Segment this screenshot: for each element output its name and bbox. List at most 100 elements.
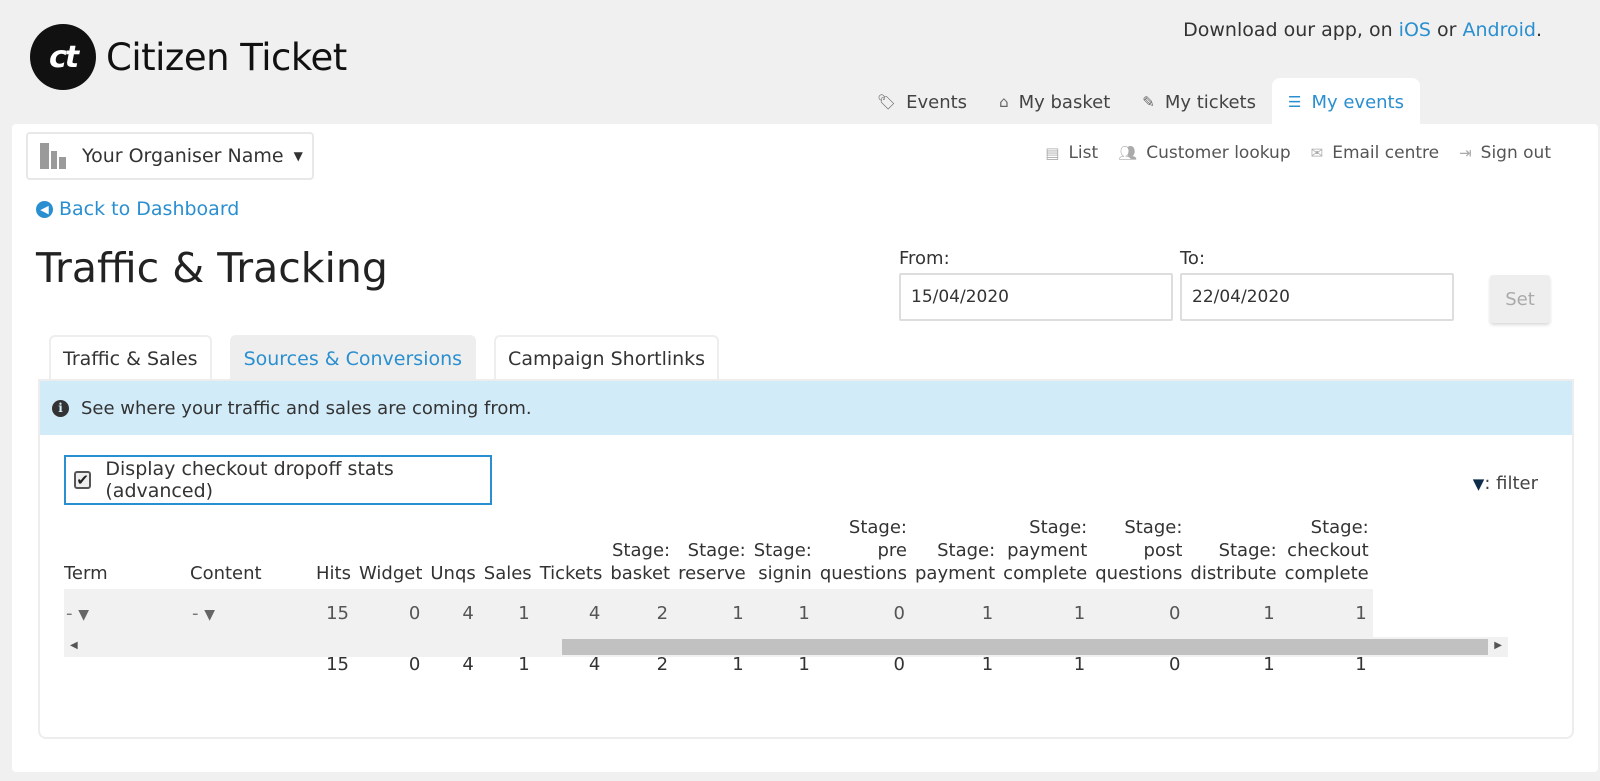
content-filter-cell[interactable]: - ▼ [186, 589, 312, 640]
col-stage-signin[interactable]: Stage: signin [750, 516, 816, 589]
term-filter-value: - [66, 603, 73, 625]
basket-icon: ⌂ [999, 93, 1009, 111]
caret-down-icon: ▼ [293, 149, 303, 163]
col-stage-preq-b: pre [877, 540, 907, 561]
tags-icon: 🏷︎ [877, 93, 897, 111]
nav-basket-label: My basket [1018, 91, 1111, 113]
sliders-icon: ☰ [1287, 93, 1302, 111]
col-stage-post-questions[interactable]: Stage: post questions [1091, 516, 1186, 589]
building-icon [40, 143, 66, 169]
users-icon: 👥︎ [1118, 144, 1138, 162]
col-hits[interactable]: Hits [312, 516, 355, 589]
from-date-input[interactable] [899, 273, 1173, 321]
nav-events[interactable]: 🏷︎ Events [861, 78, 983, 126]
col-stage-paycomp-b: payment [1007, 540, 1088, 561]
col-sales[interactable]: Sales [480, 516, 536, 589]
scroll-left-icon[interactable]: ◀ [70, 640, 78, 651]
nav-tickets-label: My tickets [1164, 91, 1256, 113]
subnav-email-centre[interactable]: ✉ Email centre [1311, 143, 1439, 163]
info-icon: i [52, 399, 69, 417]
stats-table: Term Content Hits Widget Unqs Sales Tick… [64, 516, 1373, 689]
ticket-icon: ✎ [1142, 93, 1155, 111]
filter-icon[interactable]: ▼ [204, 607, 215, 623]
col-stage-postq-c: questions [1095, 563, 1183, 584]
promo-suffix: . [1535, 19, 1542, 41]
sub-nav: ▤ List 👥︎ Customer lookup ✉ Email centre… [1045, 143, 1551, 163]
subnav-email-label: Email centre [1332, 143, 1440, 163]
col-stage-chkcomp-c: complete [1284, 563, 1369, 584]
tab-traffic-sales[interactable]: Traffic & Sales [49, 335, 212, 381]
back-to-dashboard-link[interactable]: ◀ Back to Dashboard [36, 198, 239, 220]
col-unqs[interactable]: Unqs [426, 516, 479, 589]
android-link[interactable]: Android [1462, 19, 1535, 41]
from-label: From: [899, 248, 950, 269]
cell-widget: 0 [354, 589, 427, 640]
col-widget[interactable]: Widget [355, 516, 426, 589]
cell-signin: 1 [749, 589, 816, 640]
cell-unqs: 4 [426, 589, 480, 640]
nav-my-events[interactable]: ☰ My events [1271, 78, 1420, 126]
col-stage-payment[interactable]: Stage: payment [911, 516, 999, 589]
main-nav: 🏷︎ Events ⌂ My basket ✎ My tickets ☰ My … [861, 78, 1420, 126]
col-stage-preq-a: Stage: [848, 517, 907, 538]
col-stage-distribute[interactable]: Stage: distribute [1186, 516, 1280, 589]
scrollbar-thumb[interactable] [562, 639, 1488, 655]
col-stage-reserve[interactable]: Stage: reserve [674, 516, 750, 589]
subnav-customer-lookup[interactable]: 👥︎ Customer lookup [1118, 143, 1290, 163]
stats-table-container[interactable]: Term Content Hits Widget Unqs Sales Tick… [64, 516, 1508, 716]
col-content[interactable]: Content [186, 516, 312, 589]
subnav-list[interactable]: ▤ List [1045, 143, 1098, 163]
col-stage-checkout-complete[interactable]: Stage: checkout complete [1281, 516, 1373, 589]
ios-link[interactable]: iOS [1399, 19, 1431, 41]
top-bar: ct Citizen Ticket Download our app, on i… [0, 0, 1600, 126]
page-title: Traffic & Tracking [36, 244, 388, 292]
content-filter-value: - [192, 603, 199, 625]
scroll-right-icon[interactable]: ▶ [1494, 640, 1502, 651]
to-label: To: [1180, 248, 1206, 269]
filter-icon[interactable]: ▼ [78, 607, 89, 623]
col-stage-payment-complete[interactable]: Stage: payment complete [999, 516, 1091, 589]
promo-prefix: Download our app, on [1183, 19, 1399, 41]
cell-sales: 1 [479, 589, 536, 640]
table-header-row: Term Content Hits Widget Unqs Sales Tick… [64, 516, 1373, 589]
arrow-left-circle-icon: ◀ [36, 200, 53, 218]
set-button[interactable]: Set [1490, 275, 1550, 323]
tab-content: i See where your traffic and sales are c… [38, 379, 1574, 739]
nav-basket[interactable]: ⌂ My basket [983, 78, 1126, 126]
to-date-group: To: [1180, 248, 1454, 321]
nav-events-label: Events [906, 91, 968, 113]
cell-reserve: 1 [674, 589, 750, 640]
checkbox-label: Display checkout dropoff stats (advanced… [105, 458, 394, 502]
subnav-sign-out[interactable]: ⇥ Sign out [1459, 143, 1551, 163]
info-banner: i See where your traffic and sales are c… [40, 381, 1572, 435]
term-filter-cell[interactable]: - ▼ [64, 589, 186, 640]
checkbox-checked[interactable]: ✔ [74, 471, 92, 489]
cell-distribute: 1 [1186, 589, 1281, 640]
cell-tickets: 4 [535, 589, 607, 640]
col-stage-reserve-b: reserve [678, 563, 746, 584]
col-stage-signin-a: Stage: [753, 540, 812, 561]
brand-name: Citizen Ticket [106, 35, 347, 79]
brand-logo[interactable]: ct Citizen Ticket [30, 24, 347, 90]
horizontal-scrollbar[interactable]: ◀ ▶ [64, 637, 1508, 657]
tab-campaign-shortlinks[interactable]: Campaign Shortlinks [494, 335, 720, 381]
col-stage-pre-questions[interactable]: Stage: pre questions [816, 516, 911, 589]
col-stage-paycomp-a: Stage: [1029, 517, 1088, 538]
col-stage-payment-a: Stage: [937, 540, 996, 561]
col-tickets[interactable]: Tickets [536, 516, 607, 589]
app-promo: Download our app, on iOS or Android. [1183, 19, 1542, 41]
dropoff-stats-checkbox[interactable]: ✔ Display checkout dropoff stats (advanc… [64, 455, 492, 505]
page-bottom-strip [12, 772, 1598, 781]
to-date-input[interactable] [1180, 273, 1454, 321]
tab-sources-conversions[interactable]: Sources & Conversions [229, 335, 477, 381]
from-date-group: From: [899, 248, 1173, 321]
col-stage-distribute-a: Stage: [1218, 540, 1277, 561]
nav-my-events-label: My events [1311, 91, 1404, 113]
nav-tickets[interactable]: ✎ My tickets [1126, 78, 1272, 126]
col-stage-paycomp-c: complete [1003, 563, 1088, 584]
logo-mark: ct [30, 24, 96, 90]
col-stage-basket[interactable]: Stage: basket [606, 516, 674, 589]
col-stage-preq-c: questions [819, 563, 907, 584]
organiser-dropdown[interactable]: Your Organiser Name ▼ [26, 132, 314, 180]
col-term[interactable]: Term [64, 516, 186, 589]
